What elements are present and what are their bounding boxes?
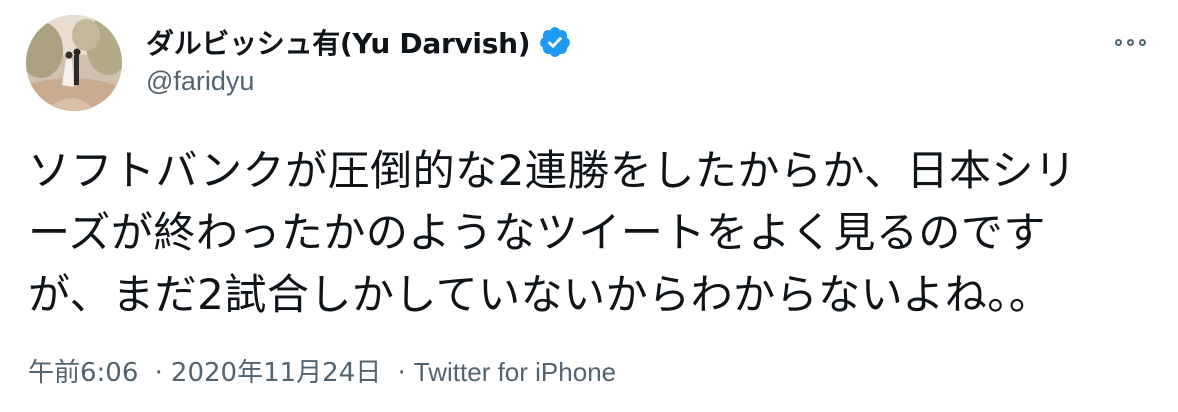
separator: · xyxy=(397,358,406,388)
tweet-metadata: 午前6:06 · 2020年11月24日 · Twitter for iPhone xyxy=(28,352,616,389)
avatar[interactable] xyxy=(26,15,122,111)
tweet-text-line: ーズが終わったかのようなツイートをよく見るのです xyxy=(28,208,1046,257)
author-info[interactable]: ダルビッシュ有(Yu Darvish) @faridyu xyxy=(146,20,572,97)
tweet-source-link[interactable]: Twitter for iPhone xyxy=(414,357,616,387)
verified-badge-icon xyxy=(538,25,572,59)
separator: · xyxy=(154,358,163,388)
more-dot xyxy=(1126,38,1134,46)
tweet-date[interactable]: 2020年11月24日 xyxy=(171,358,381,388)
name-row: ダルビッシュ有(Yu Darvish) xyxy=(146,20,572,64)
tweet-text-line: が、まだ2試合しかしていないからわからないよね。。 xyxy=(28,270,1052,319)
avatar-photo xyxy=(26,15,122,111)
more-dot xyxy=(1138,38,1146,46)
handle[interactable]: @faridyu xyxy=(146,66,572,97)
display-name[interactable]: ダルビッシュ有(Yu Darvish) xyxy=(146,22,531,62)
tweet-text: ソフトバンクが圧倒的な2連勝をしたからか、日本シリ ーズが終わったかのようなツイ… xyxy=(28,140,1153,326)
more-dot xyxy=(1114,38,1122,46)
tweet-text-line: ソフトバンクが圧倒的な2連勝をしたからか、日本シリ xyxy=(28,146,1077,195)
tweet-time[interactable]: 午前6:06 xyxy=(28,358,138,388)
tweet-card: ダルビッシュ有(Yu Darvish) @faridyu ソフトバンクが圧倒的な… xyxy=(0,0,1178,412)
more-options-icon[interactable] xyxy=(1110,30,1150,54)
